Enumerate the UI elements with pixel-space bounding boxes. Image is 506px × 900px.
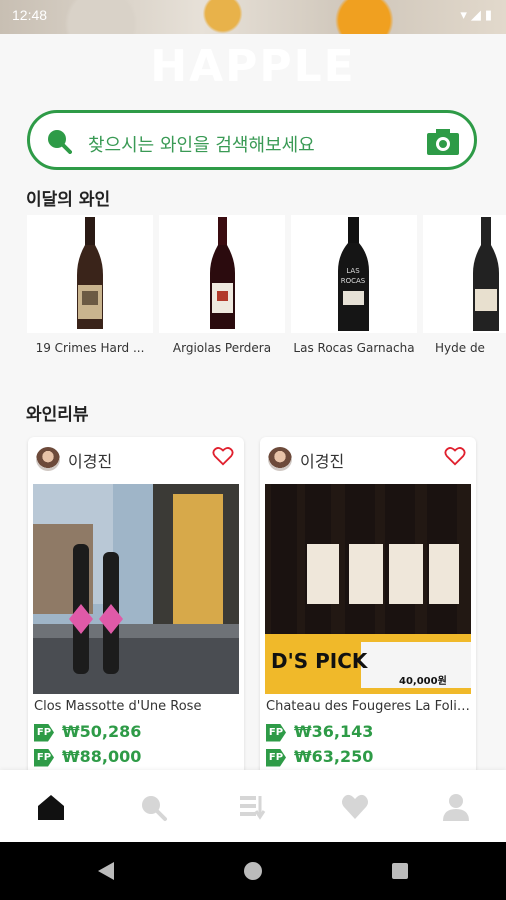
wine-item[interactable]: Hyde de bbox=[421, 215, 506, 365]
avatar bbox=[268, 447, 292, 471]
price-1: FP ₩50,286 bbox=[34, 722, 141, 742]
search-placeholder: 찾으시는 와인을 검색해보세요 bbox=[88, 135, 315, 156]
review-photo bbox=[33, 484, 239, 694]
recents-icon[interactable] bbox=[390, 861, 410, 881]
price-2: FP ₩88,000 bbox=[34, 747, 141, 767]
price-tag-icon: FP bbox=[266, 723, 286, 742]
review-wine-name: Chateau des Fougeres La Folie... bbox=[266, 699, 470, 714]
photo-sign-text: D'S PICK bbox=[271, 649, 368, 673]
heart-icon[interactable] bbox=[212, 445, 234, 467]
heart-icon[interactable] bbox=[444, 445, 466, 467]
price-1: FP ₩36,143 bbox=[266, 722, 373, 742]
review-card[interactable]: 이경진 Clos Massotte d'Une Rose FP ₩50,286 F… bbox=[28, 437, 244, 777]
wine-item[interactable]: Argiolas Perdera bbox=[157, 215, 287, 365]
wine-name: Las Rocas Garnacha bbox=[293, 341, 415, 355]
heart-icon[interactable] bbox=[340, 792, 370, 822]
back-icon[interactable] bbox=[96, 860, 116, 882]
review-user-name: 이경진 bbox=[68, 452, 113, 471]
home-circle-icon[interactable] bbox=[242, 860, 264, 882]
profile-icon[interactable] bbox=[441, 792, 471, 822]
section-title-wine-of-month: 이달의 와인 bbox=[26, 190, 111, 210]
camera-icon[interactable] bbox=[426, 128, 460, 156]
wine-name: Hyde de bbox=[435, 341, 485, 355]
status-bar: 12:48 ▾◢▮ bbox=[0, 0, 506, 34]
price-2-value: ₩88,000 bbox=[62, 747, 142, 766]
price-2-value: ₩63,250 bbox=[294, 747, 374, 766]
review-card[interactable]: 이경진 D'S PICK 40,000원 Chateau des Fougere… bbox=[260, 437, 476, 777]
wine-of-month-list: 19 Crimes Hard ... Argiolas Perdera LAS … bbox=[0, 215, 506, 365]
search-icon bbox=[48, 130, 72, 154]
search-icon[interactable] bbox=[138, 792, 168, 822]
price-tag-icon: FP bbox=[34, 748, 54, 767]
wine-bottle-image bbox=[27, 215, 153, 333]
section-title-reviews: 와인리뷰 bbox=[26, 405, 89, 425]
review-photo: D'S PICK 40,000원 bbox=[265, 484, 471, 694]
search-bar[interactable]: 찾으시는 와인을 검색해보세요 bbox=[27, 110, 477, 170]
wine-bottle-image bbox=[423, 215, 506, 333]
wine-name: 19 Crimes Hard ... bbox=[35, 341, 145, 355]
bottom-nav bbox=[0, 770, 506, 842]
svg-text:ROCAS: ROCAS bbox=[341, 277, 366, 285]
wine-item[interactable]: 19 Crimes Hard ... bbox=[25, 215, 155, 365]
photo-price-text: 40,000원 bbox=[399, 676, 447, 687]
status-time: 12:48 bbox=[12, 7, 48, 23]
status-icons: ▾◢▮ bbox=[460, 8, 496, 23]
home-icon[interactable] bbox=[36, 792, 66, 822]
price-1-value: ₩50,286 bbox=[62, 722, 142, 741]
price-tag-icon: FP bbox=[266, 748, 286, 767]
wine-item[interactable]: LAS ROCAS Las Rocas Garnacha bbox=[289, 215, 419, 365]
price-tag-icon: FP bbox=[34, 723, 54, 742]
avatar bbox=[36, 447, 60, 471]
wine-name: Argiolas Perdera bbox=[172, 341, 272, 355]
brand-logo: HAPPLE bbox=[150, 41, 356, 92]
wine-bottle-image bbox=[159, 215, 285, 333]
system-navigation-bar bbox=[0, 842, 506, 900]
review-wine-name: Clos Massotte d'Une Rose bbox=[34, 699, 202, 714]
price-2: FP ₩63,250 bbox=[266, 747, 373, 767]
wine-bottle-image: LAS ROCAS bbox=[291, 215, 417, 333]
review-user-name: 이경진 bbox=[300, 452, 345, 471]
ranking-icon[interactable] bbox=[238, 792, 268, 822]
price-1-value: ₩36,143 bbox=[294, 722, 374, 741]
svg-text:LAS: LAS bbox=[346, 267, 360, 275]
